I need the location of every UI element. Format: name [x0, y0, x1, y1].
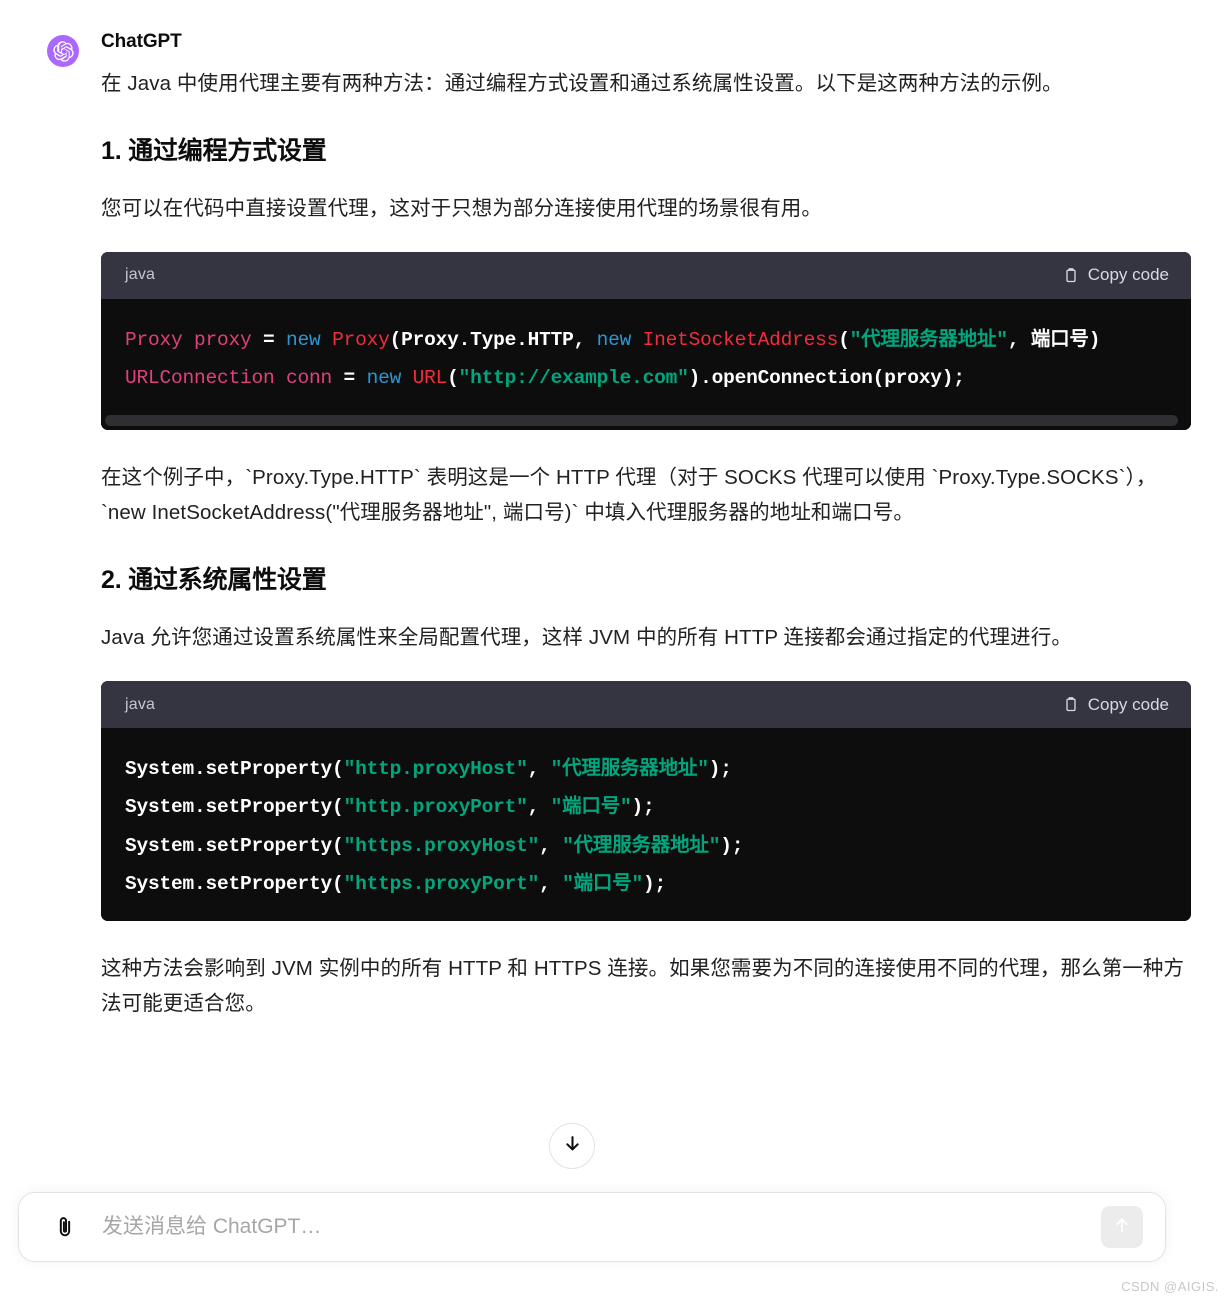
code-token: ( — [838, 328, 850, 351]
code-token: proxy — [194, 328, 264, 351]
code-block-1-scrollbar-thumb[interactable] — [105, 414, 1179, 426]
code-token: System.setProperty — [125, 796, 333, 819]
section-2-heading: 2. 通过系统属性设置 — [101, 566, 327, 595]
code-block-1: java Copy code Proxy proxy = new Proxy(P… — [101, 251, 1191, 430]
code-token: ); — [708, 758, 732, 781]
composer-box — [18, 1192, 1166, 1262]
code-token: ( — [447, 366, 459, 389]
code-language-label-2: java — [125, 695, 156, 713]
copy-code-label-1: Copy code — [1087, 265, 1169, 285]
openai-logo-icon — [52, 40, 74, 62]
section-1-paragraph: 您可以在代码中直接设置代理，这对于只想为部分连接使用代理的场景很有用。 — [101, 196, 822, 220]
code-block-1-scrollbar[interactable] — [101, 414, 1191, 430]
code-block-2-content[interactable]: System.setProperty("http.proxyHost", "代理… — [101, 728, 1191, 921]
code-token: Proxy — [125, 328, 195, 351]
inline-code: `new InetSocketAddress("代理服务器地址", 端口号)` — [101, 501, 579, 525]
code-block-2-header: java Copy code — [101, 681, 1191, 729]
code-token: System.setProperty — [125, 872, 333, 895]
code-token: "代理服务器地址" — [550, 758, 709, 781]
assistant-message-body: ChatGPT 在 Java 中使用代理主要有两种方法：通过编程方式设置和通过系… — [101, 30, 1191, 1047]
code-token: (Proxy.Type.HTTP, — [389, 328, 597, 351]
code-line: System.setProperty("http.proxyHost", "代理… — [125, 750, 1191, 788]
code-token: "代理服务器地址" — [562, 834, 721, 857]
scroll-to-bottom-button[interactable] — [549, 1123, 595, 1169]
copy-code-button-1[interactable]: Copy code — [1063, 265, 1169, 285]
code-token: Proxy — [332, 328, 390, 351]
conversation-scroll-area[interactable]: ChatGPT 在 Java 中使用代理主要有两种方法：通过编程方式设置和通过系… — [0, 0, 1231, 1205]
code-token: "端口号" — [550, 796, 632, 819]
composer-footer-note — [0, 1289, 1231, 1298]
code-line: System.setProperty("https.proxyHost", "代… — [125, 827, 1191, 865]
code-token: ); — [643, 872, 667, 895]
code-token: = — [263, 328, 287, 351]
copy-code-label-2: Copy code — [1087, 694, 1169, 714]
paperclip-icon[interactable] — [53, 1215, 78, 1240]
code-token: conn — [286, 366, 344, 389]
code-token: "代理服务器地址" — [849, 328, 1008, 351]
chatgpt-conversation-page: ChatGPT 在 Java 中使用代理主要有两种方法：通过编程方式设置和通过系… — [0, 0, 1231, 1300]
code-line: URLConnection conn = new URL("http://exa… — [125, 359, 1191, 397]
code-token: , — [527, 796, 551, 819]
code-token: ( — [332, 758, 344, 781]
code-token: , — [539, 834, 563, 857]
assistant-author-name: ChatGPT — [101, 31, 182, 52]
code-language-label: java — [125, 266, 156, 284]
code-token: "http.proxyPort" — [343, 796, 528, 819]
code-token: "https.proxyPort" — [343, 872, 540, 895]
assistant-avatar — [47, 35, 79, 67]
copy-code-button-2[interactable]: Copy code — [1063, 695, 1169, 715]
code-token: InetSocketAddress — [642, 328, 839, 351]
code-token: , 端口号) — [1007, 328, 1101, 351]
paragraph-text: 表明这是一个 HTTP 代理（对于 SOCKS 代理可以使用 — [420, 465, 932, 489]
code-token: ).openConnection(proxy); — [688, 366, 965, 389]
clipboard-icon — [1063, 267, 1079, 284]
code-token: ( — [332, 834, 344, 857]
code-token: ( — [332, 796, 344, 819]
paragraph-text: ）， — [1125, 465, 1157, 489]
code-token: "https.proxyHost" — [343, 834, 540, 857]
code-line: Proxy proxy = new Proxy(Proxy.Type.HTTP,… — [125, 321, 1191, 359]
arrow-down-icon — [563, 1134, 582, 1158]
code-token: ); — [720, 834, 744, 857]
code-token: "端口号" — [562, 872, 644, 895]
assistant-message: ChatGPT 在 Java 中使用代理主要有两种方法：通过编程方式设置和通过系… — [0, 0, 1231, 1047]
code-line: System.setProperty("http.proxyPort", "端口… — [125, 788, 1191, 826]
intro-paragraph: 在 Java 中使用代理主要有两种方法：通过编程方式设置和通过系统属性设置。以下… — [101, 71, 1063, 95]
paragraph-text: 在这个例子中， — [101, 465, 246, 489]
code-block-2: java Copy code System.setProperty("http.… — [101, 681, 1191, 921]
code-token: "http.proxyHost" — [343, 758, 528, 781]
send-message-button[interactable] — [1101, 1206, 1143, 1248]
code-token: , — [527, 758, 551, 781]
message-input[interactable] — [102, 1215, 1101, 1239]
watermark: CSDN @AIGIS. — [1121, 1279, 1219, 1294]
paragraph-text: 中填入代理服务器的地址和端口号。 — [578, 501, 914, 525]
inline-code: `Proxy.Type.HTTP` — [245, 465, 421, 489]
section-2-closing-paragraph: 这种方法会影响到 JVM 实例中的所有 HTTP 和 HTTPS 连接。如果您需… — [101, 956, 1185, 1015]
code-token: new — [366, 366, 413, 389]
composer-area — [0, 1185, 1231, 1300]
code-block-1-content[interactable]: Proxy proxy = new Proxy(Proxy.Type.HTTP,… — [101, 298, 1191, 415]
code-token: URLConnection — [125, 366, 287, 389]
code-token: new — [596, 328, 643, 351]
code-token: ( — [332, 872, 344, 895]
code-token: "http://example.com" — [458, 366, 689, 389]
section-1-heading: 1. 通过编程方式设置 — [101, 136, 327, 165]
code-block-1-header: java Copy code — [101, 251, 1191, 299]
inline-code: `Proxy.Type.SOCKS` — [931, 465, 1126, 489]
code-token: System.setProperty — [125, 834, 333, 857]
code-token: new — [286, 328, 333, 351]
code-token: = — [343, 366, 367, 389]
code-token: , — [539, 872, 563, 895]
arrow-up-icon — [1113, 1216, 1131, 1239]
section-2-paragraph: Java 允许您通过设置系统属性来全局配置代理，这样 JVM 中的所有 HTTP… — [101, 626, 1072, 650]
section-1-explanation: 在这个例子中，`Proxy.Type.HTTP` 表明这是一个 HTTP 代理（… — [101, 460, 1191, 531]
code-token: System.setProperty — [125, 758, 333, 781]
clipboard-icon — [1063, 696, 1079, 713]
code-token: URL — [412, 366, 448, 389]
code-token: ); — [631, 796, 655, 819]
code-line: System.setProperty("https.proxyPort", "端… — [125, 865, 1191, 903]
